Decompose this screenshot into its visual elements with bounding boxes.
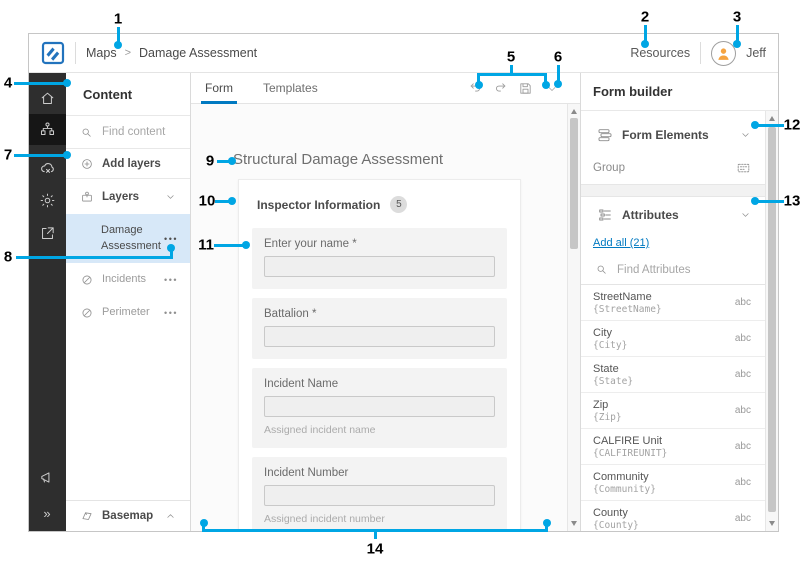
form-elements-icon [597,127,613,143]
scroll-up-arrow[interactable] [769,116,775,121]
attribute-item-state[interactable]: State {State} abc [581,357,765,393]
share-export-icon[interactable] [29,218,66,249]
attribute-item-city[interactable]: City {City} abc [581,321,765,357]
app-header: Maps > Damage Assessment Resources Jeff [29,34,778,73]
text-input[interactable] [264,256,495,277]
basemap-section-header[interactable]: Basemap [66,500,190,531]
string-type-indicator: abc [735,297,751,308]
form-preview-area: Form Templates Structural Damage Assessm… [191,73,581,531]
string-type-indicator: abc [735,333,751,344]
content-panel-title: Content [66,73,190,116]
scroll-down-arrow[interactable] [571,521,577,526]
layers-section-header[interactable]: Layers [66,179,190,214]
form-card: Inspector Information 5 Enter your name … [238,179,521,531]
add-all-link[interactable]: Add all (21) [581,231,649,255]
scroll-up-arrow[interactable] [571,109,577,114]
tab-templates[interactable]: Templates [259,73,322,104]
string-type-indicator: abc [735,477,751,488]
search-icon [595,263,608,276]
form-element-group-item[interactable]: Group [581,151,765,184]
content-search-input[interactable] [100,125,184,139]
section-divider [581,184,765,197]
content-search[interactable] [66,116,190,149]
form-builder-title: Form builder [581,73,778,111]
text-input[interactable] [264,485,495,506]
layer-item-perimeter[interactable]: Perimeter ••• [66,296,190,329]
attribute-item-community[interactable]: Community {Community} abc [581,465,765,501]
save-icon[interactable] [518,81,533,96]
feedback-megaphone-icon[interactable] [29,462,66,493]
arcgis-logo-icon [41,41,65,65]
app-window: Maps > Damage Assessment Resources Jeff [28,33,779,532]
string-type-indicator: abc [735,441,751,452]
scroll-down-arrow[interactable] [769,521,775,526]
visibility-off-icon [80,273,94,287]
offline-areas-icon[interactable] [29,153,66,184]
form-builder-panel: Form builder Form Elements Group [581,73,778,531]
redo-icon[interactable] [493,81,508,96]
attribute-item-county[interactable]: County {County} abc [581,501,765,531]
text-input[interactable] [264,326,495,347]
form-field-incident-number[interactable]: Incident Number Assigned incident number [252,457,507,531]
string-type-indicator: abc [735,513,751,524]
home-icon[interactable] [29,83,66,114]
string-type-indicator: abc [735,405,751,416]
attributes-section-header[interactable]: Attributes [581,199,765,231]
chevron-down-icon [165,191,176,202]
add-layers-button[interactable]: Add layers [66,149,190,179]
user-name[interactable]: Jeff [746,46,766,60]
header-divider [75,42,76,64]
group-element-inspector-information[interactable]: Inspector Information 5 [239,180,520,213]
attribute-item-streetname[interactable]: StreetName {StreetName} abc [581,285,765,321]
scroll-thumb[interactable] [768,127,776,512]
attributes-search-input[interactable] [615,263,735,277]
form-title[interactable]: Structural Damage Assessment [233,151,443,168]
form-tab-bar: Form Templates [191,73,580,104]
settings-gear-icon[interactable] [29,185,66,216]
form-field-battalion[interactable]: Battalion * [252,298,507,359]
nav-rail: » [29,73,66,531]
basemap-icon [80,509,94,523]
form-canvas: Structural Damage Assessment Inspector I… [191,104,567,531]
breadcrumb-maps[interactable]: Maps [86,46,117,60]
plus-circle-icon [80,157,94,171]
form-field-enter-your-name[interactable]: Enter your name * [252,228,507,289]
layers-icon [80,190,94,204]
string-type-indicator: abc [735,369,751,380]
form-field-incident-name[interactable]: Incident Name Assigned incident name [252,368,507,448]
search-icon [80,126,93,139]
attribute-item-calfire-unit[interactable]: CALFIRE Unit {CALFIREUNIT} abc [581,429,765,465]
breadcrumb-separator-icon: > [125,47,131,59]
header-divider [700,42,701,64]
breadcrumb: Maps > Damage Assessment [86,46,257,60]
builder-scrollbar[interactable] [765,111,778,531]
attribute-item-zip[interactable]: Zip {Zip} abc [581,393,765,429]
visibility-off-icon [80,306,94,320]
form-elements-section-header[interactable]: Form Elements [581,119,765,151]
chevron-up-icon [165,511,176,522]
chevron-down-icon [740,210,751,221]
chevron-down-icon [740,130,751,141]
scroll-thumb[interactable] [570,118,578,249]
collapse-panel-icon[interactable]: » [29,498,66,529]
form-builder-body: Form Elements Group Attrib [581,111,765,531]
text-input[interactable] [264,396,495,417]
layer-options-icon[interactable]: ••• [164,308,178,318]
breadcrumb-current: Damage Assessment [139,46,257,60]
layer-options-icon[interactable]: ••• [164,275,178,285]
form-scrollbar[interactable] [567,104,580,531]
layer-item-incidents[interactable]: Incidents ••• [66,263,190,296]
attributes-search[interactable] [581,255,765,285]
content-icon[interactable] [29,114,66,145]
tab-form[interactable]: Form [201,73,237,104]
content-panel: Content Add layers Layers Damage Assessm… [66,73,191,531]
resources-link[interactable]: Resources [630,46,690,60]
attributes-icon [597,207,613,223]
group-count-badge: 5 [390,196,407,213]
group-drag-icon [736,160,751,175]
layer-options-icon[interactable]: ••• [164,234,178,244]
